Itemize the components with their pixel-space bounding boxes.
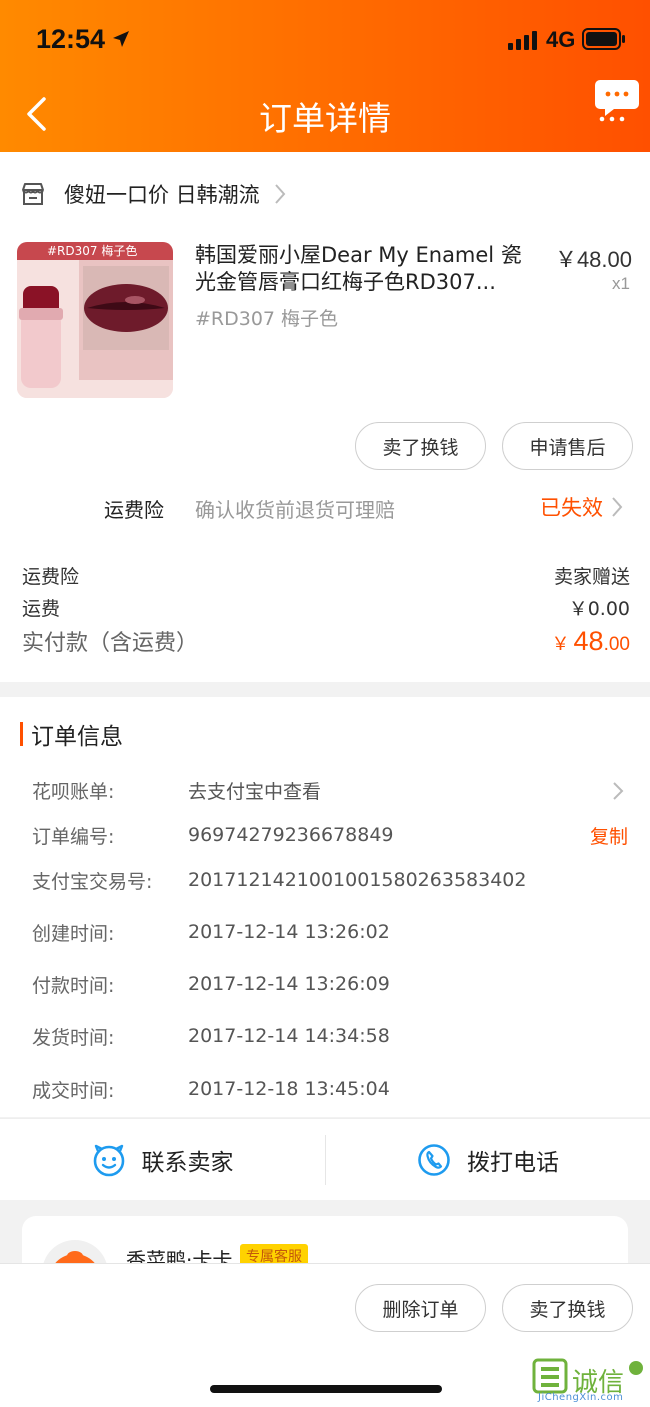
fee-label: 运费险 <box>22 566 80 588</box>
info-row-paid: 付款时间: 2017-12-14 13:26:09 <box>32 969 630 999</box>
network-type: 4G <box>546 27 576 52</box>
info-row-huabei[interactable]: 花呗账单: 去支付宝中查看 <box>32 775 630 805</box>
signal-icon <box>508 31 537 50</box>
sell-button-bottom[interactable]: 卖了换钱 <box>502 1284 633 1332</box>
info-label: 支付宝交易号: <box>32 870 153 893</box>
chevron-right-icon <box>274 184 286 204</box>
contact-seller-button[interactable]: 联系卖家 <box>0 1119 325 1201</box>
order-info-card: 订单信息 花呗账单: 去支付宝中查看 订单编号: 969742792366788… <box>0 697 650 1117</box>
battery-icon <box>582 28 625 50</box>
phone-icon <box>418 1144 450 1176</box>
info-label: 发货时间: <box>32 1026 115 1049</box>
product-title[interactable]: 韩国爱丽小屋Dear My Enamel 瓷光金管唇膏口红梅子色RD307... <box>195 242 531 296</box>
info-label: 付款时间: <box>32 974 115 997</box>
info-value: 2017-12-14 13:26:02 <box>188 921 390 943</box>
product-sku: #RD307 梅子色 <box>195 308 339 330</box>
product-image[interactable]: #RD307 梅子色 <box>17 242 173 398</box>
contact-seller-label: 联系卖家 <box>141 1150 234 1176</box>
info-label: 订单编号: <box>32 825 115 848</box>
currency-symbol: ￥ <box>551 634 570 654</box>
info-label: 成交时间: <box>32 1079 115 1102</box>
info-label: 花呗账单: <box>32 780 115 803</box>
fee-value: 卖家赠送 <box>553 566 630 588</box>
info-row-order-number: 订单编号: 96974279236678849 复制 <box>32 820 630 850</box>
order-info-heading: 订单信息 <box>20 717 123 751</box>
insurance-label: 运费险 <box>104 498 164 522</box>
fee-row-shipping: 运费 ￥0.00 <box>22 594 630 621</box>
lipstick-image-icon <box>17 242 173 398</box>
message-icon[interactable] <box>594 76 640 122</box>
chevron-right-icon <box>613 782 624 800</box>
info-value: 2017-12-18 13:45:04 <box>188 1078 390 1100</box>
page-title: 订单详情 <box>259 99 391 138</box>
after-sale-button[interactable]: 申请售后 <box>502 422 633 470</box>
watermark-sub: JiChengXin.com <box>538 1392 624 1403</box>
info-value: 去支付宝中查看 <box>188 780 322 803</box>
total-row: 实付款（含运费） ￥ 48.00 <box>22 625 630 657</box>
info-label: 创建时间: <box>32 922 115 945</box>
location-arrow-icon <box>113 31 129 47</box>
section-title: 订单信息 <box>31 724 123 750</box>
status-time: 12:54 <box>36 24 106 54</box>
fee-label: 运费 <box>22 598 61 620</box>
copy-button[interactable]: 复制 <box>590 822 628 849</box>
total-label: 实付款（含运费） <box>22 631 199 656</box>
info-value: 2017-12-14 14:34:58 <box>188 1025 390 1047</box>
product-price: ￥48.00 <box>554 247 632 272</box>
insurance-status-link[interactable]: 已失效 <box>540 492 623 522</box>
product-image-tag: #RD307 梅子色 <box>17 242 173 260</box>
order-summary-card: 傻妞一口价 日韩潮流 #RD307 梅子色 韩国爱丽小屋Dear My Enam… <box>0 152 650 682</box>
product-quantity: x1 <box>612 274 630 293</box>
total-integer: 48 <box>573 626 604 656</box>
info-value: 96974279236678849 <box>188 824 394 846</box>
info-value: 2017121421001001580263583402 <box>188 869 527 891</box>
app-header: 12:54 4G 订单详情 <box>0 0 650 152</box>
chevron-right-icon <box>612 497 623 517</box>
sell-button[interactable]: 卖了换钱 <box>355 422 486 470</box>
shop-name: 傻妞一口价 日韩潮流 <box>64 183 260 207</box>
contact-bar: 联系卖家 拨打电话 <box>0 1118 650 1200</box>
fee-row-insurance: 运费险 卖家赠送 <box>22 562 630 589</box>
info-value: 2017-12-14 13:26:09 <box>188 973 390 995</box>
call-phone-label: 拨打电话 <box>467 1150 559 1176</box>
bottom-action-bar: 删除订单 卖了换钱 诚信 JiChengXin.com <box>0 1263 650 1407</box>
shop-link[interactable]: 傻妞一口价 日韩潮流 <box>20 176 286 212</box>
insurance-status: 已失效 <box>540 496 603 520</box>
fee-value: ￥0.00 <box>568 598 630 620</box>
total-decimal: .00 <box>603 634 630 655</box>
info-row-completed: 成交时间: 2017-12-18 13:45:04 <box>32 1074 630 1104</box>
info-row-created: 创建时间: 2017-12-14 13:26:02 <box>32 917 630 947</box>
section-accent-bar <box>20 722 23 746</box>
insurance-description: 确认收货前退货可理赔 <box>195 498 395 522</box>
chat-face-icon <box>93 1144 124 1177</box>
delete-order-button[interactable]: 删除订单 <box>355 1284 486 1332</box>
info-row-shipped: 发货时间: 2017-12-14 14:34:58 <box>32 1021 630 1051</box>
home-indicator <box>210 1385 442 1393</box>
shop-icon <box>22 183 44 205</box>
total-amount: ￥ 48.00 <box>552 626 630 657</box>
info-row-alipay-number: 支付宝交易号: 2017121421001001580263583402 <box>32 865 630 895</box>
call-phone-button[interactable]: 拨打电话 <box>326 1119 650 1201</box>
